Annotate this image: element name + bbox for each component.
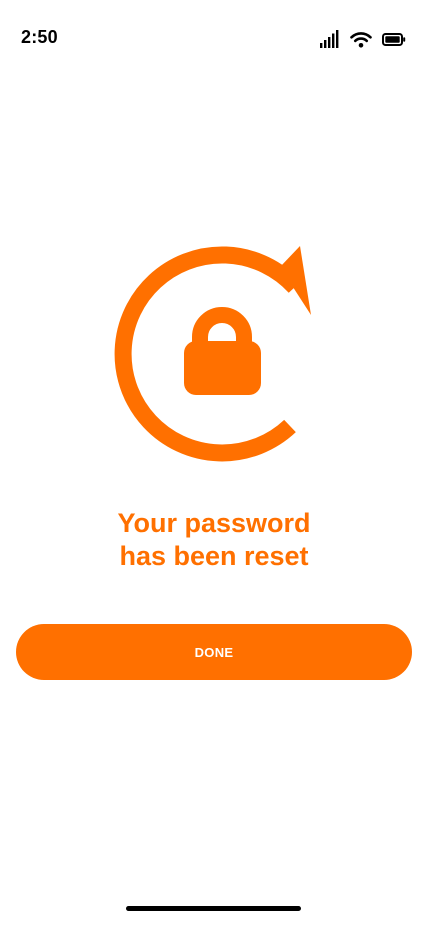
lock-reset-icon <box>110 240 320 462</box>
success-message-line-1: Your password <box>117 508 311 538</box>
success-message-line-2: has been reset <box>119 541 309 571</box>
status-bar: 2:50 <box>0 0 428 76</box>
done-button[interactable]: DONE <box>16 624 412 680</box>
status-icons <box>320 29 406 49</box>
home-indicator[interactable] <box>126 906 301 911</box>
status-time: 2:50 <box>21 27 58 47</box>
cellular-signal-icon <box>320 30 340 48</box>
success-message: Your password has been reset <box>0 507 428 573</box>
battery-icon <box>382 32 406 46</box>
wifi-icon <box>350 31 372 48</box>
